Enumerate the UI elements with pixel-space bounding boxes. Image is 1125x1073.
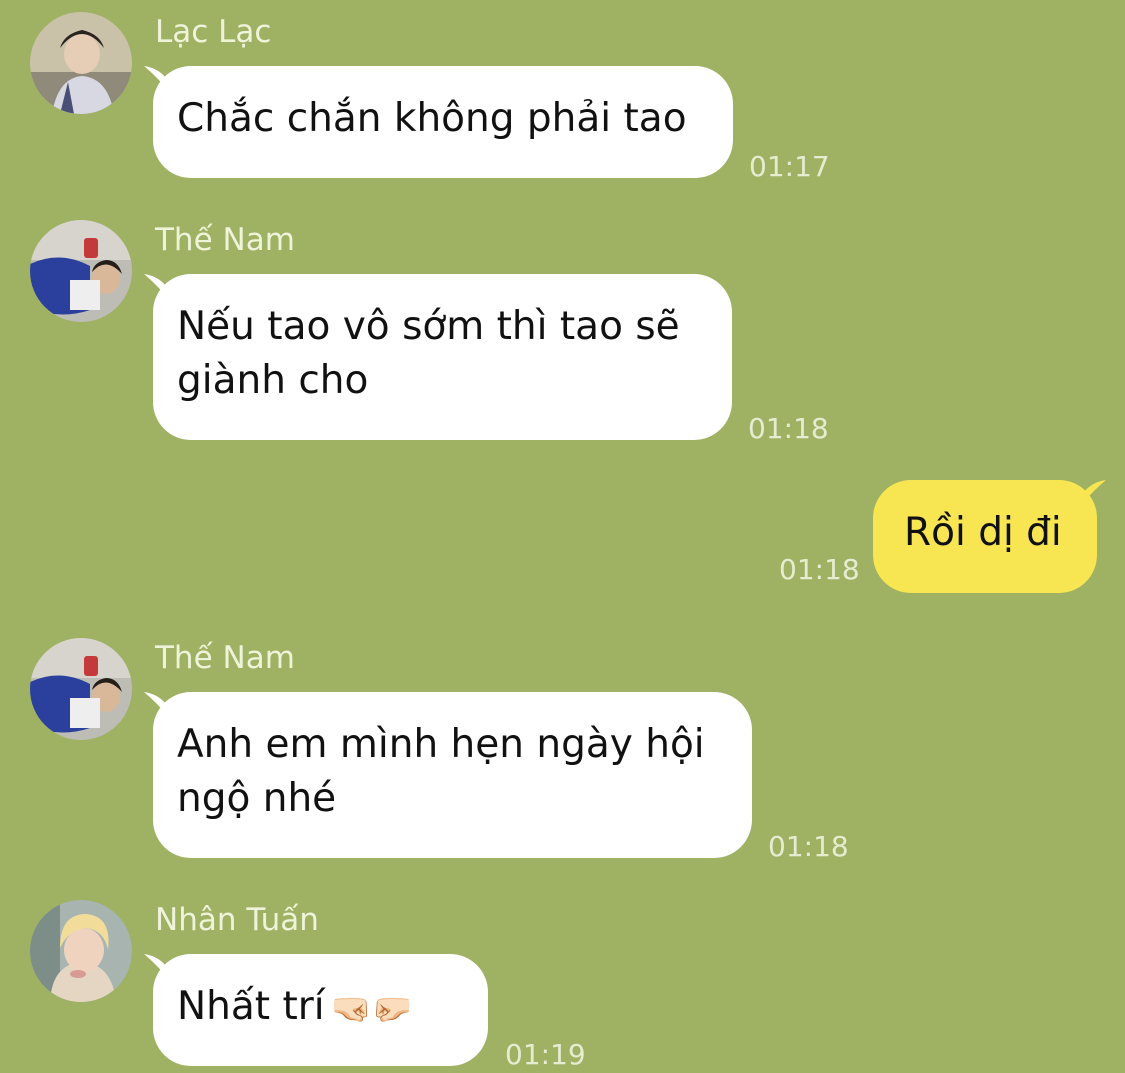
- message-bubble[interactable]: Nếu tao vô sớm thì tao sẽ giành cho: [144, 274, 732, 440]
- sender-name: Lạc Lạc: [155, 14, 272, 50]
- message-text: Nếu tao vô sớm thì tao sẽ giành cho: [177, 304, 680, 403]
- sender-name: Nhân Tuấn: [155, 902, 319, 938]
- avatar-nhan-tuan[interactable]: [30, 900, 132, 1002]
- message-bubble[interactable]: Nhất trí 🤜🏻🤛🏻: [144, 954, 488, 1066]
- message-timestamp: 01:19: [505, 1038, 586, 1071]
- message-bubble[interactable]: Rồi dị đi: [873, 480, 1106, 593]
- avatar-the-nam[interactable]: [30, 220, 132, 322]
- fist-bump-emoji-icon: 🤜🏻🤛🏻: [330, 988, 413, 1028]
- message-bubble[interactable]: Chắc chắn không phải tao: [144, 66, 733, 178]
- message-text: Nhất trí: [177, 984, 325, 1029]
- avatar-the-nam[interactable]: [30, 638, 132, 740]
- bubble-tail: [144, 274, 166, 296]
- chat-thread[interactable]: Lạc Lạc Chắc chắn không phải tao 01:17 T…: [0, 0, 1125, 1073]
- bubble-tail: [144, 66, 166, 88]
- message-text: Rồi dị đi: [904, 510, 1062, 555]
- bubble-tail: [144, 692, 166, 714]
- message-timestamp: 01:17: [749, 150, 830, 183]
- bubble-tail: [1084, 480, 1106, 502]
- message-timestamp: 01:18: [779, 553, 860, 586]
- bubble-tail: [144, 954, 166, 976]
- message-text: Anh em mình hẹn ngày hội ngộ nhé: [177, 722, 705, 821]
- sender-name: Thế Nam: [155, 222, 295, 258]
- message-timestamp: 01:18: [768, 830, 849, 863]
- message-text: Chắc chắn không phải tao: [177, 96, 687, 141]
- avatar-lac-lac[interactable]: [30, 12, 132, 114]
- message-timestamp: 01:18: [748, 412, 829, 445]
- sender-name: Thế Nam: [155, 640, 295, 676]
- message-bubble[interactable]: Anh em mình hẹn ngày hội ngộ nhé: [144, 692, 752, 858]
